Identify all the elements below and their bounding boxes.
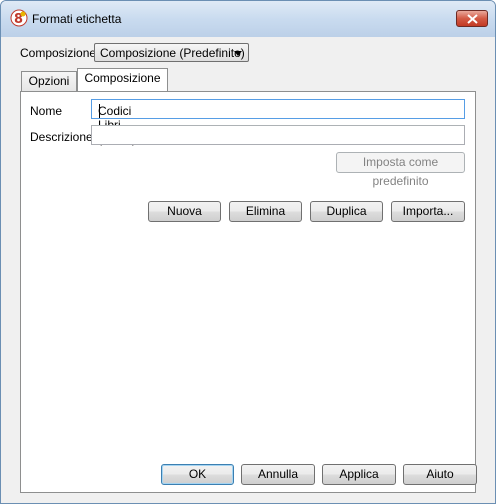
dialog-window: 8 Formati etichetta Composizione: Compos… bbox=[0, 0, 496, 504]
delete-button[interactable]: Elimina bbox=[229, 201, 302, 222]
import-button[interactable]: Importa... bbox=[391, 201, 465, 222]
ok-button[interactable]: OK bbox=[161, 464, 234, 485]
title-bar[interactable]: 8 Formati etichetta bbox=[1, 1, 495, 37]
composition-select[interactable]: Composizione (Predefinito) bbox=[94, 43, 249, 62]
description-field[interactable] bbox=[91, 125, 465, 145]
duplicate-button[interactable]: Duplica bbox=[310, 201, 383, 222]
tab-composizione[interactable]: Composizione bbox=[77, 68, 168, 91]
description-label: Descrizione bbox=[30, 130, 93, 144]
set-default-button[interactable]: Imposta come predefinito bbox=[336, 152, 465, 188]
window-title: Formati etichetta bbox=[32, 12, 122, 26]
apply-button[interactable]: Applica bbox=[322, 464, 396, 485]
cancel-button[interactable]: Annulla bbox=[241, 464, 315, 485]
help-button[interactable]: Aiuto bbox=[403, 464, 477, 485]
app-logo-icon: 8 bbox=[10, 9, 28, 27]
tab-opzioni[interactable]: Opzioni bbox=[21, 71, 77, 91]
close-icon bbox=[467, 14, 478, 24]
name-label: Nome bbox=[30, 104, 63, 118]
composition-label: Composizione: bbox=[20, 46, 100, 60]
composition-panel: Nome Codici Libri (dorso) Descrizione Im… bbox=[20, 91, 476, 493]
name-field[interactable]: Codici Libri (dorso) bbox=[91, 99, 465, 146]
close-button[interactable] bbox=[456, 10, 488, 27]
composition-select-value: Composizione (Predefinito) bbox=[100, 46, 245, 60]
chevron-down-icon bbox=[234, 51, 242, 56]
dialog-content: Composizione: Composizione (Predefinito)… bbox=[8, 37, 489, 497]
text-caret bbox=[99, 104, 100, 118]
new-button[interactable]: Nuova bbox=[148, 201, 221, 222]
